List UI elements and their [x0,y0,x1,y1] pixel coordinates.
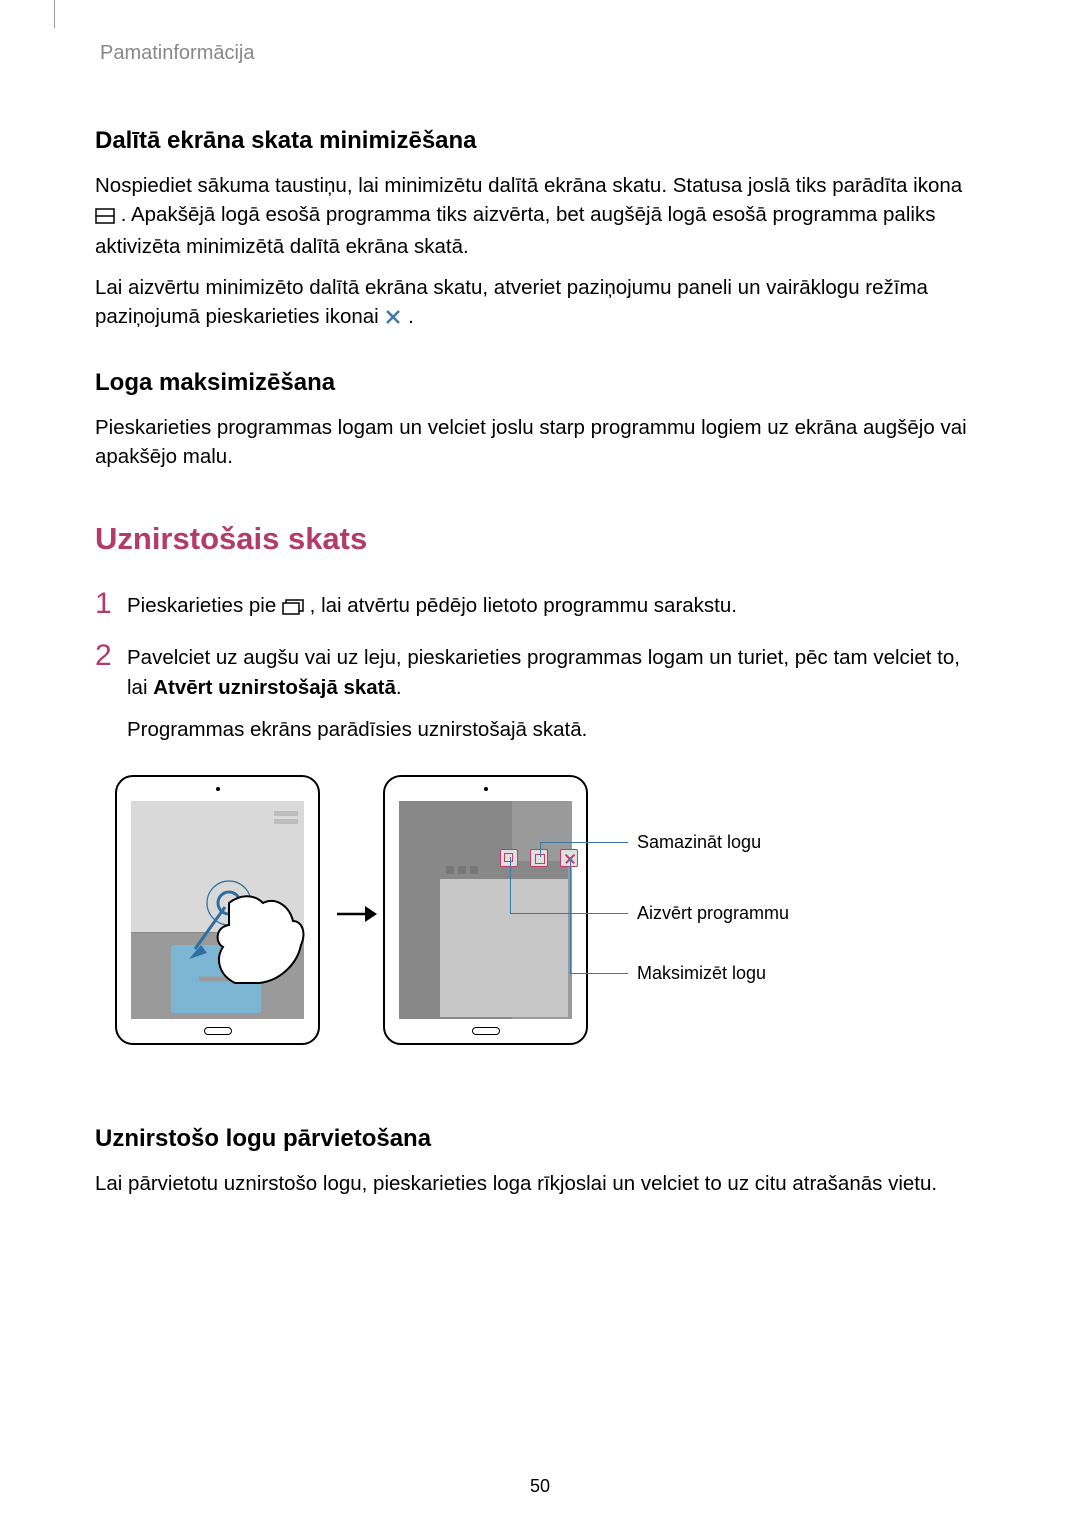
text: . [396,676,402,699]
step-2-extra: Programmas ekrāns parādīsies uznirstošaj… [127,715,985,745]
text: . Apakšējā logā esošā programma tiks aiz… [95,203,935,258]
tablet-right [383,775,588,1045]
heading-popup-view: Uznirstošais skats [95,521,985,557]
hdr-dot [470,866,478,874]
lead-line [540,842,628,843]
lead-line [510,913,628,914]
text: , lai atvērtu pēdējo lietoto programmu s… [310,594,737,617]
hdr-dot [446,866,454,874]
maximize-window-icon [530,849,548,867]
minimize-window-icon [500,849,518,867]
tablet-left [115,775,320,1045]
illustration-popup: Samazināt logu Aizvērt programmu Maksimi… [115,775,985,1065]
text: Lai aizvērtu minimizēto dalītā ekrāna sk… [95,276,928,328]
text: Nospiediet sākuma taustiņu, lai minimizē… [95,174,962,197]
page-number: 50 [530,1476,550,1497]
step-2-text: Pavelciet uz augšu vai uz leju, pieskari… [127,643,985,744]
step-number-2: 2 [95,641,127,744]
recent-apps-icon [282,594,304,624]
heading-move-popup: Uznirstošo logu pārvietošana [95,1125,985,1153]
lead-line [570,857,571,973]
lead-line [540,842,541,857]
para-move-popup: Lai pārvietotu uznirstošo logu, pieskari… [95,1169,985,1198]
para-minimize-2: Lai aizvērtu minimizēto dalītā ekrāna sk… [95,273,985,334]
text: Pieskarieties pie [127,594,282,617]
screen [399,801,572,1019]
callout-minimize: Samazināt logu [637,832,761,853]
heading-maximize-window: Loga maksimizēšana [95,369,985,397]
page-body: Pamatinformācija Dalītā ekrāna skata min… [0,0,1080,1198]
home-button [204,1027,232,1035]
screen [131,801,304,1019]
home-button [472,1027,500,1035]
step-2: 2 Pavelciet uz augšu vai uz leju, pieska… [95,643,985,744]
camera-dot [484,787,488,791]
notif-line [274,819,298,824]
text-bold: Atvērt uznirstošajā skatā [153,676,396,699]
close-window-icon [560,849,578,867]
hand-drag-icon [189,855,309,985]
lead-line [510,857,511,913]
text: . [408,305,414,328]
step-1-text: Pieskarieties pie , lai atvērtu pēdējo l… [127,591,985,624]
lead-line [570,973,628,974]
camera-dot [216,787,220,791]
step-number-1: 1 [95,589,127,624]
close-x-icon [384,305,402,334]
callout-close: Aizvērt programmu [637,903,789,924]
hdr-dot [458,866,466,874]
notif-line [274,811,298,816]
popup-window [440,861,568,1017]
step-1: 1 Pieskarieties pie , lai atvērtu pēdējo… [95,591,985,624]
callout-maximize: Maksimizēt logu [637,963,766,984]
split-window-icon [95,203,115,232]
page-edge-mark [54,0,55,28]
breadcrumb: Pamatinformācija [100,42,985,65]
para-minimize-1: Nospiediet sākuma taustiņu, lai minimizē… [95,171,985,261]
heading-minimize-split: Dalītā ekrāna skata minimizēšana [95,127,985,155]
para-maximize: Pieskarieties programmas logam un velcie… [95,413,985,471]
arrow-right-icon [335,897,377,934]
